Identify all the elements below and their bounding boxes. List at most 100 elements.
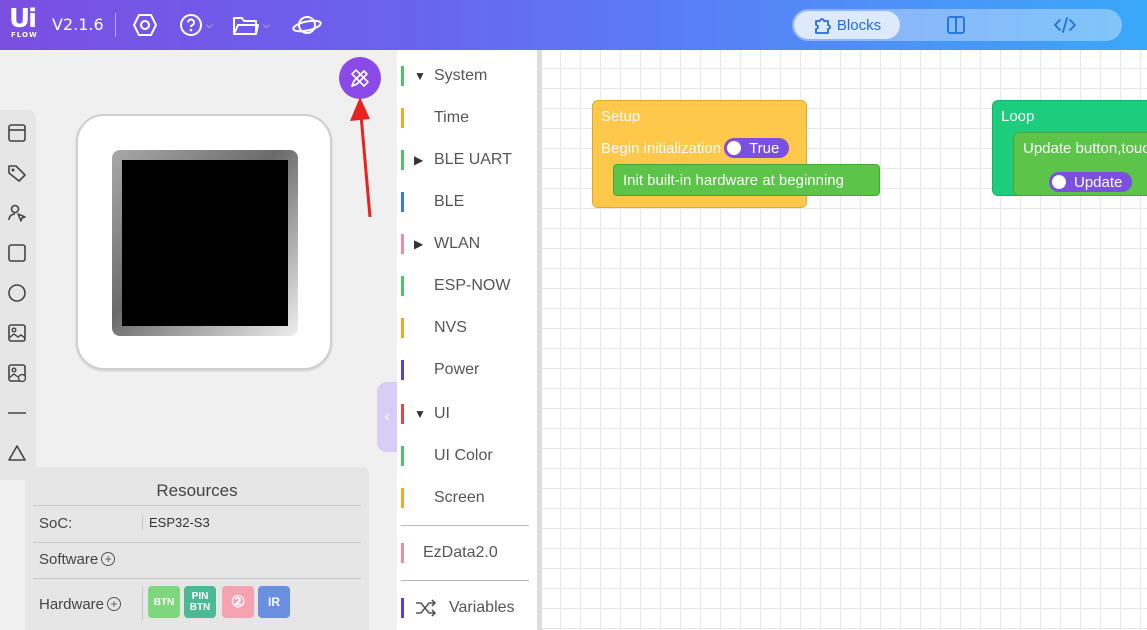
soc-value: ESP32-S3 — [142, 515, 210, 530]
category-color-bar — [401, 66, 404, 86]
label-widget-icon[interactable] — [6, 162, 28, 184]
hardware-badge-btn[interactable]: BTN — [148, 586, 180, 618]
blocks-view-button[interactable]: Blocks — [794, 11, 900, 39]
window-widget-icon[interactable] — [6, 122, 28, 144]
category-color-bar — [401, 360, 404, 380]
toggle-knob — [1052, 175, 1066, 189]
split-view-button[interactable] — [904, 11, 1008, 39]
collapse-panel-button[interactable]: ‹ — [377, 382, 397, 452]
category-screen[interactable]: Screen — [401, 487, 533, 509]
folder-menu-button[interactable]: ⌵ — [232, 11, 270, 39]
triangle-widget-icon[interactable] — [6, 442, 28, 464]
plus-circle-icon[interactable]: + — [107, 596, 122, 611]
image-plus-widget-icon[interactable] — [6, 362, 28, 384]
begin-init-label: Begin initialization — [601, 139, 722, 157]
category-variables[interactable]: Variables — [401, 597, 533, 619]
category-label: UI Color — [434, 447, 493, 464]
begin-init-row: Begin initialization True — [601, 138, 790, 158]
category-color-bar — [401, 234, 404, 254]
blocks-view-label: Blocks — [836, 16, 882, 34]
settings-hex-icon[interactable] — [132, 11, 158, 39]
hardware-badge-pin-btn[interactable]: PIN BTN — [184, 586, 216, 618]
category-system[interactable]: ▼ System — [401, 65, 533, 87]
resources-title: Resources — [156, 481, 238, 500]
software-row[interactable]: Software + — [39, 551, 116, 568]
hardware-badge-rotary[interactable]: ② — [222, 586, 254, 618]
setup-block[interactable]: Setup Begin initialization True Init bui… — [592, 100, 880, 208]
chevron-left-icon: ‹ — [384, 408, 390, 425]
triangle-down-icon: ▼ — [414, 407, 426, 421]
category-wlan[interactable]: ▶ WLAN — [401, 233, 533, 255]
update-block[interactable]: Update button,touch Update — [1013, 132, 1147, 196]
toggle-label: Update — [1074, 173, 1123, 191]
divider — [33, 505, 361, 506]
logo-sub-text: FLOW — [11, 31, 38, 39]
update-label: Update button,touch — [1023, 140, 1147, 157]
toggle-knob — [727, 141, 742, 155]
divider — [401, 525, 529, 526]
code-view-button[interactable] — [1012, 11, 1118, 39]
init-hardware-block[interactable]: Init built-in hardware at beginning — [613, 164, 880, 196]
category-label: EzData2.0 — [423, 544, 498, 561]
toolbar-divider — [115, 13, 116, 37]
category-color-bar — [401, 276, 404, 296]
setup-title: Setup — [601, 108, 641, 125]
category-label: ESP-NOW — [434, 277, 511, 294]
rectangle-widget-icon[interactable] — [6, 242, 28, 264]
category-ui-color[interactable]: UI Color — [401, 445, 533, 467]
help-menu-button[interactable]: ⌵ — [179, 11, 213, 39]
annotation-arrow-icon — [350, 97, 372, 218]
loop-block[interactable]: Loop Update button,touch Update — [992, 100, 1147, 196]
category-color-bar — [401, 598, 404, 618]
help-icon — [180, 14, 202, 36]
category-power[interactable]: Power — [401, 359, 533, 381]
device-screen[interactable] — [122, 160, 288, 326]
device-preview — [76, 114, 332, 370]
line-widget-icon[interactable] — [6, 402, 28, 424]
category-color-bar — [401, 318, 404, 338]
image-widget-icon[interactable] — [6, 322, 28, 344]
category-label: Time — [434, 109, 469, 126]
category-label: BLE UART — [434, 151, 512, 168]
hardware-badge-ir[interactable]: IR — [258, 586, 290, 618]
category-color-bar — [401, 404, 404, 424]
category-nvs[interactable]: NVS — [401, 317, 533, 339]
category-color-bar — [401, 446, 404, 466]
pencil-ruler-icon — [351, 69, 369, 87]
category-label: System — [434, 67, 488, 84]
category-ezdata[interactable]: EzData2.0 — [401, 542, 533, 564]
category-color-bar — [401, 150, 404, 170]
category-label: Screen — [434, 489, 485, 506]
triangle-down-icon: ▼ — [414, 69, 426, 83]
folder-icon — [233, 17, 259, 35]
true-toggle[interactable]: True — [724, 138, 790, 158]
blocks-workspace[interactable]: Setup Begin initialization True Init bui… — [542, 50, 1147, 630]
planet-icon[interactable] — [291, 11, 323, 39]
category-color-bar — [401, 488, 404, 508]
divider — [33, 578, 361, 579]
update-toggle[interactable]: Update — [1049, 172, 1133, 192]
category-esp-now[interactable]: ESP-NOW — [401, 275, 533, 297]
hardware-row[interactable]: Hardware + — [39, 596, 122, 613]
category-ble-uart[interactable]: ▶ BLE UART — [401, 149, 533, 171]
button-widget-icon[interactable] — [6, 202, 28, 224]
split-view-icon — [947, 16, 965, 34]
category-ui[interactable]: ▼ UI — [401, 403, 533, 425]
category-label: Variables — [449, 599, 515, 616]
version-label: V2.1.6 — [52, 15, 104, 34]
circle-widget-icon[interactable] — [6, 282, 28, 304]
top-bar: Ui FLOW V2.1.6 ⌵ ⌵ Blocks — [0, 0, 1147, 50]
category-ble[interactable]: BLE — [401, 191, 533, 213]
chevron-down-icon: ⌵ — [263, 19, 270, 30]
resources-panel: Resources SoC: ESP32-S3 Software + Hardwa… — [25, 467, 369, 630]
logo-main-text: Ui — [9, 4, 37, 34]
category-color-bar — [401, 108, 404, 128]
triangle-right-icon: ▶ — [414, 153, 424, 167]
chevron-down-icon: ⌵ — [206, 19, 213, 30]
view-switcher: Blocks — [792, 9, 1122, 41]
plus-circle-icon[interactable]: + — [101, 551, 116, 566]
category-label: NVS — [434, 319, 467, 336]
category-label: WLAN — [434, 235, 481, 252]
edit-design-button[interactable] — [339, 57, 381, 99]
category-time[interactable]: Time — [401, 107, 533, 129]
